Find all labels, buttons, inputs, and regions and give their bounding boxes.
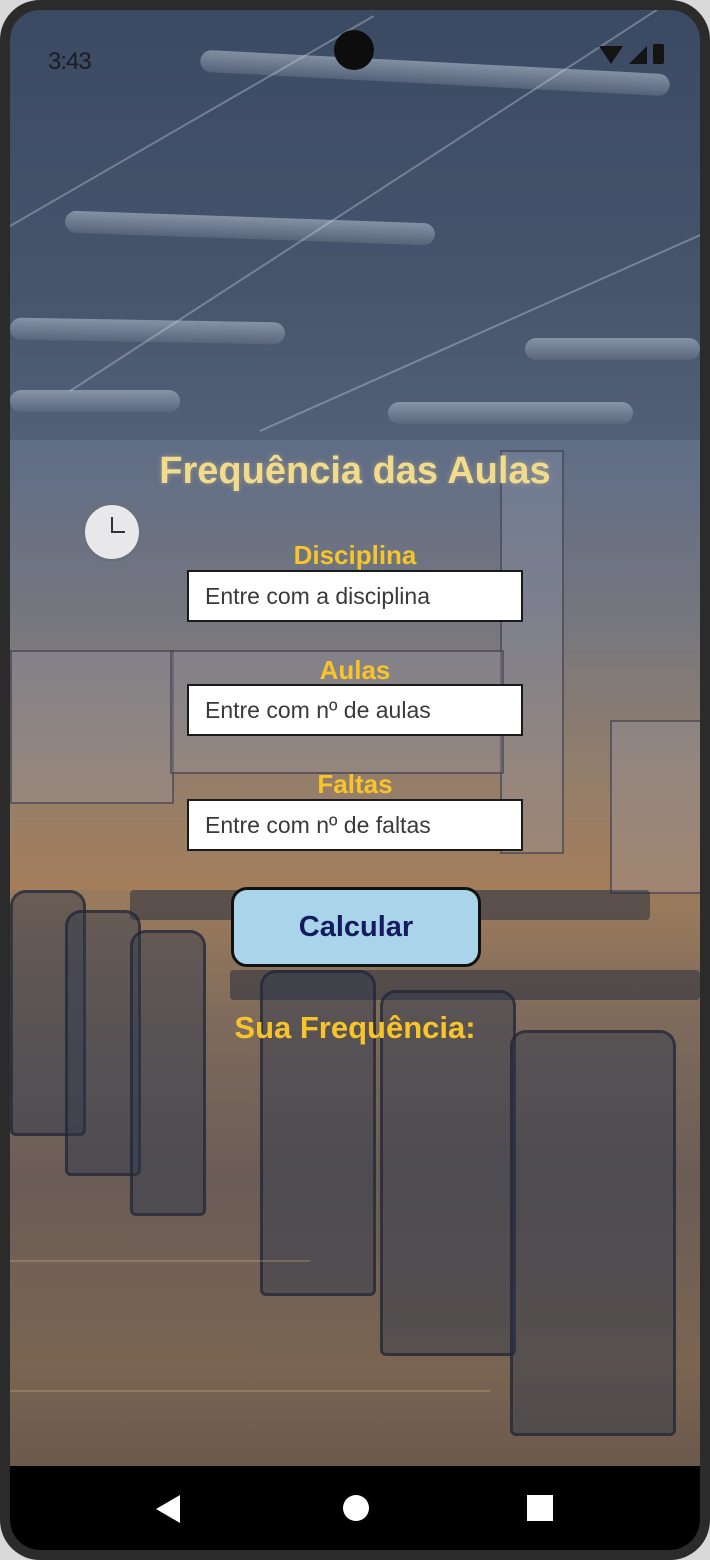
discipline-label: Disciplina [293, 540, 417, 570]
camera-cutout [334, 30, 374, 70]
recent-apps-icon[interactable] [527, 1495, 553, 1521]
discipline-input[interactable] [187, 570, 523, 622]
home-icon[interactable] [343, 1495, 369, 1521]
chair [510, 1030, 676, 1436]
battery-icon [653, 44, 664, 64]
chair [130, 930, 206, 1216]
ceiling-light [10, 390, 180, 412]
ceiling-light [64, 210, 436, 246]
page-title: Frequência das Aulas [159, 450, 551, 492]
status-time: 3:43 [48, 48, 92, 75]
wall-window [610, 720, 700, 894]
phone-frame: 3:43 Frequência das Aulas Disciplina Aul… [0, 0, 710, 1560]
navigation-bar [10, 1466, 700, 1550]
floor-line [10, 1390, 490, 1392]
ceiling-light [388, 402, 633, 424]
wifi-icon [599, 46, 623, 64]
result-label: Sua Frequência: [234, 1010, 476, 1045]
calculate-button[interactable]: Calcular [231, 887, 481, 967]
floor-line [10, 1260, 310, 1262]
back-icon[interactable] [156, 1495, 180, 1523]
signal-icon [629, 46, 647, 64]
app-screen: 3:43 Frequência das Aulas Disciplina Aul… [10, 10, 700, 1550]
ceiling-beam [10, 15, 375, 227]
ceiling-light [525, 338, 700, 360]
status-icons [599, 44, 664, 64]
classes-label: Aulas [319, 655, 391, 685]
absences-input[interactable] [187, 799, 523, 851]
absences-label: Faltas [317, 769, 393, 799]
classes-input[interactable] [187, 684, 523, 736]
